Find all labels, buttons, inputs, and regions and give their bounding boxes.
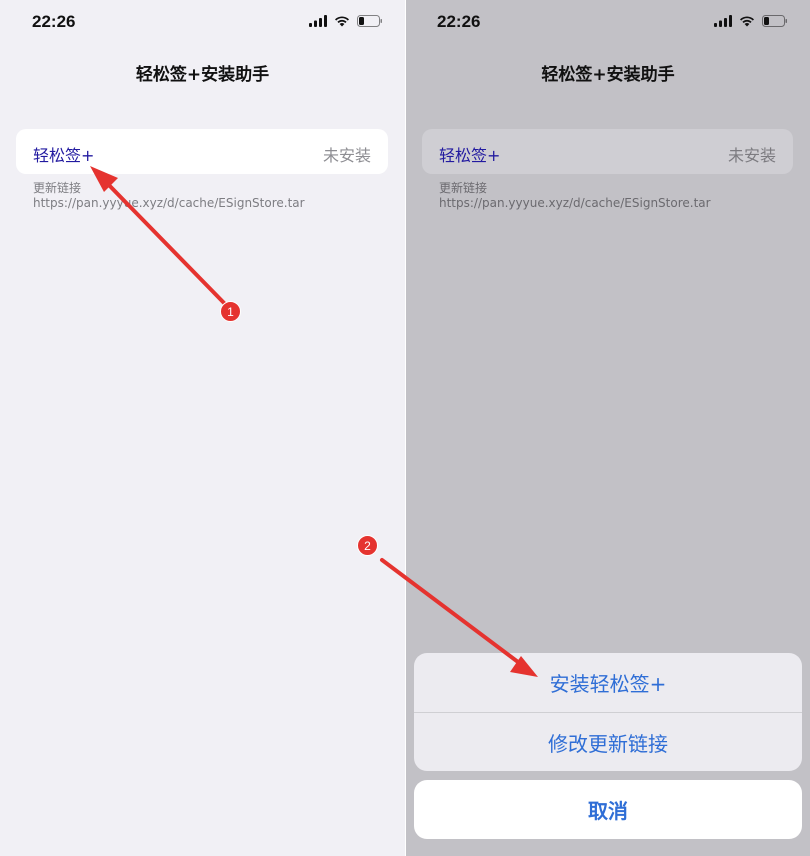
- app-cell-label: 轻松签+: [439, 146, 501, 165]
- step-badge-1: 1: [220, 301, 241, 322]
- battery-icon: [762, 15, 787, 27]
- signal-icon: [309, 15, 327, 27]
- status-icons: [714, 15, 788, 27]
- signal-icon: [714, 15, 732, 27]
- step-badge-2: 2: [357, 535, 378, 556]
- edit-update-link-button[interactable]: 修改更新链接: [414, 712, 802, 771]
- cancel-button[interactable]: 取消: [414, 780, 802, 839]
- left-screen: 22:26 轻松签+安装助手 轻松签+ 未安装 更新链接 https://pan…: [0, 0, 405, 856]
- status-bar: 22:26: [0, 0, 405, 46]
- action-sheet: 安装轻松签+ 修改更新链接: [414, 653, 802, 771]
- status-time: 22:26: [32, 12, 76, 31]
- update-link-footer: 更新链接 https://pan.yyyue.xyz/d/cache/ESign…: [439, 181, 711, 211]
- battery-icon: [357, 15, 382, 27]
- app-cell[interactable]: 轻松签+ 未安装: [422, 129, 793, 174]
- install-button[interactable]: 安装轻松签+: [414, 653, 802, 712]
- update-link-footer: 更新链接 https://pan.yyyue.xyz/d/cache/ESign…: [33, 181, 305, 211]
- update-link-url: https://pan.yyyue.xyz/d/cache/ESignStore…: [439, 196, 711, 210]
- app-cell[interactable]: 轻松签+ 未安装: [16, 129, 388, 174]
- status-icons: [309, 15, 383, 27]
- install-status: 未安装: [727, 146, 776, 165]
- install-status: 未安装: [322, 146, 371, 165]
- update-link-caption: 更新链接: [439, 181, 488, 195]
- wifi-icon: [740, 16, 754, 27]
- status-time: 22:26: [437, 12, 481, 31]
- right-screen: 22:26 轻松签+安装助手 轻松签+ 未安装 更新链接 https://pan…: [406, 0, 810, 856]
- wifi-icon: [335, 16, 349, 27]
- app-cell-label: 轻松签+: [33, 146, 95, 165]
- status-bar: 22:26: [406, 0, 810, 46]
- update-link-url: https://pan.yyyue.xyz/d/cache/ESignStore…: [33, 196, 305, 210]
- page-title: 轻松签+安装助手: [135, 65, 270, 85]
- page-title: 轻松签+安装助手: [541, 65, 675, 85]
- update-link-caption: 更新链接: [33, 181, 82, 195]
